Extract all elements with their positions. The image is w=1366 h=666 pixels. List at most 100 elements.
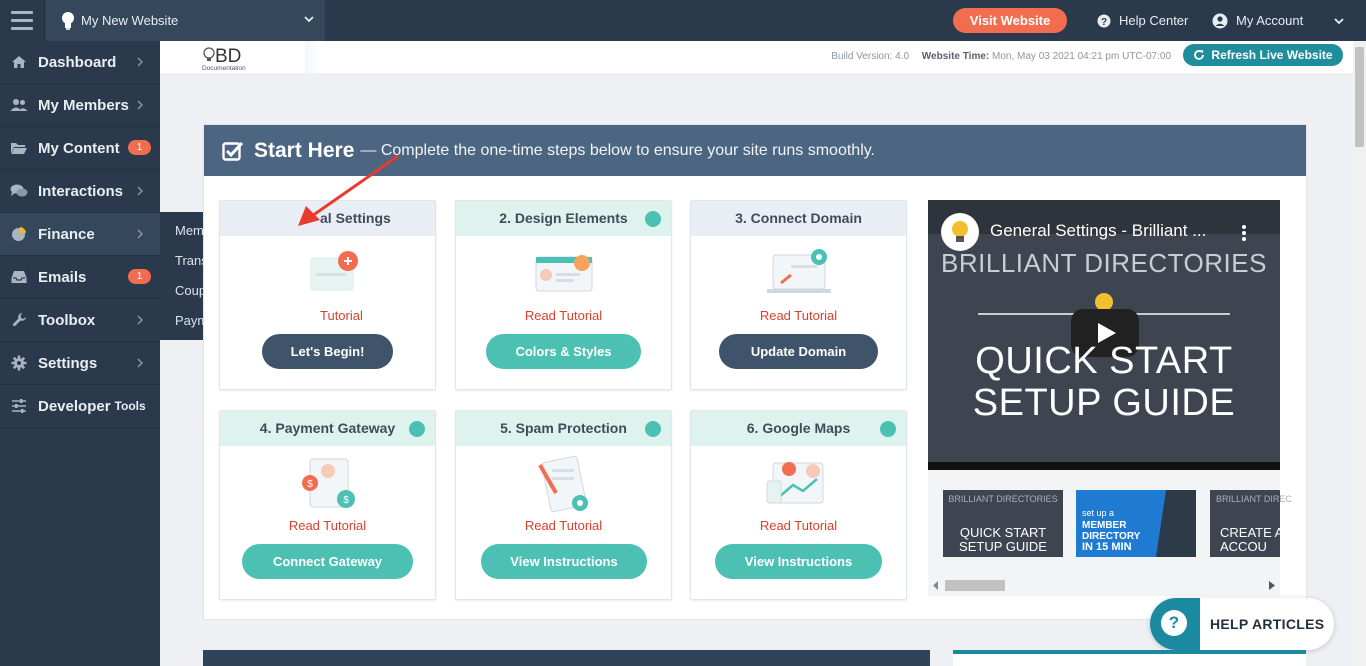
user-circle-icon	[1212, 13, 1228, 28]
thumbnail-member-directory[interactable]: set up a MEMBER DIRECTORY IN 15 MIN	[1076, 490, 1196, 557]
thumbnail-text: MEMBER DIRECTORY	[1082, 520, 1140, 542]
sidebar-item-my-content[interactable]: My Content 1	[0, 127, 160, 170]
sidebar-item-dashboard[interactable]: Dashboard	[0, 41, 160, 84]
update-domain-button[interactable]: Update Domain	[719, 334, 878, 369]
chevron-right-icon	[137, 229, 143, 239]
video-player[interactable]: General Settings - Brilliant ... BRILLIA…	[928, 200, 1280, 470]
top-bar: My New Website Visit Website ? Help Cent…	[0, 0, 1366, 41]
website-time-label: Website Time:	[921, 51, 990, 62]
step-card-google-maps: 6. Google Maps Read Tutorial View Instru…	[690, 410, 907, 600]
svg-text:$: $	[307, 479, 313, 490]
inbox-icon	[0, 270, 38, 284]
check-circle-icon	[880, 421, 896, 437]
lets-begin-button[interactable]: Let's Begin!	[262, 334, 393, 369]
refresh-label: Refresh Live Website	[1211, 48, 1333, 62]
sidebar-item-my-members[interactable]: My Members	[0, 84, 160, 127]
video-headline: QUICK START SETUP GUIDE	[928, 340, 1280, 424]
chevron-right-icon	[137, 358, 143, 368]
check-circle-icon	[645, 211, 661, 227]
checkbox-checked-icon	[222, 141, 244, 161]
menu-toggle-icon[interactable]	[0, 0, 45, 41]
help-center-link[interactable]: ? Help Center	[1097, 0, 1188, 41]
domain-illustration	[767, 249, 831, 293]
lightbulb-icon	[941, 213, 979, 251]
thumbnail-text: set up a	[1082, 508, 1115, 518]
read-tutorial-link[interactable]: Tutorial	[220, 308, 435, 323]
read-tutorial-link[interactable]: Read Tutorial	[220, 518, 435, 533]
sidebar-item-label: Toolbox	[38, 311, 96, 329]
step-title: 4. Payment Gateway	[220, 411, 435, 446]
sidebar-item-label: Dashboard	[38, 53, 117, 71]
sidebar-item-developer-tools[interactable]: Developer Tools	[0, 385, 160, 428]
refresh-icon	[1194, 50, 1205, 60]
scroll-right-icon[interactable]	[1269, 581, 1275, 590]
help-articles-button[interactable]: ? HELP ARTICLES	[1150, 598, 1334, 650]
scroll-left-icon[interactable]	[933, 581, 939, 590]
chevron-down-icon	[1334, 17, 1344, 24]
step-title: 5. Spam Protection	[456, 411, 671, 446]
sidebar-item-label: Finance	[38, 225, 95, 243]
sidebar-item-toolbox[interactable]: Toolbox	[0, 299, 160, 342]
step-card-payment-gateway: 4. Payment Gateway $ $ Read Tutorial Conn…	[219, 410, 436, 600]
view-instructions-button[interactable]: View Instructions	[481, 544, 647, 579]
thumbnail-title-line: QUICK START	[959, 525, 1047, 540]
help-circle-icon: ?	[1097, 14, 1111, 28]
users-icon	[0, 98, 38, 112]
website-selector[interactable]: My New Website	[45, 0, 325, 41]
scrollbar-thumb[interactable]	[1355, 47, 1364, 147]
sidebar-item-finance[interactable]: Finance	[0, 213, 160, 256]
read-tutorial-link[interactable]: Read Tutorial	[456, 518, 671, 533]
thumbnail-quick-start[interactable]: BRILLIANT DIRECTORIES QUICK START SETUP G…	[943, 490, 1063, 557]
refresh-live-website-button[interactable]: Refresh Live Website	[1183, 44, 1343, 66]
thumbnail-create-account[interactable]: BRILLIANT DIREC CREATE A ACCOU	[1210, 490, 1292, 557]
bd-logo[interactable]: BD Documentation	[200, 45, 305, 73]
visit-website-button[interactable]: Visit Website	[953, 8, 1067, 33]
step-card-design-elements: 2. Design Elements Read Tutorial Colors …	[455, 200, 672, 390]
gear-icon	[0, 355, 38, 371]
payment-illustration: $$	[302, 458, 355, 508]
step-title-text: 3. Connect Domain	[735, 210, 862, 226]
video-title[interactable]: General Settings - Brilliant ...	[990, 221, 1206, 241]
thumbnail-graphic	[1156, 490, 1196, 557]
chevron-right-icon	[137, 315, 143, 325]
sidebar-item-settings[interactable]: Settings	[0, 342, 160, 385]
thumbnail-text: IN 15 MIN	[1082, 541, 1132, 553]
page-scrollbar[interactable]	[1353, 41, 1366, 666]
svg-text:?: ?	[1101, 17, 1107, 28]
logo-subtitle: Documentation	[202, 65, 246, 72]
video-progress-area	[928, 462, 1280, 470]
view-instructions-button[interactable]: View Instructions	[715, 544, 882, 579]
step-title: 3. Connect Domain	[691, 201, 906, 236]
design-illustration	[535, 255, 593, 292]
more-vertical-icon[interactable]	[1241, 224, 1247, 242]
read-tutorial-link[interactable]: Read Tutorial	[456, 308, 671, 323]
thumbnail-title-line: ACCOU	[1220, 539, 1267, 554]
sliders-icon	[0, 399, 38, 413]
lower-panel-header	[203, 650, 930, 666]
my-account-label: My Account	[1236, 13, 1304, 28]
connect-gateway-button[interactable]: Connect Gateway	[242, 544, 413, 579]
lower-side-panel	[953, 650, 1306, 666]
thumbnail-title-line: SETUP GUIDE	[959, 539, 1047, 554]
thumbnail-brand: BRILLIANT DIREC	[1216, 494, 1292, 504]
sidebar-item-interactions[interactable]: Interactions	[0, 170, 160, 213]
thumbnail-scrollbar[interactable]	[928, 578, 1280, 593]
sidebar-item-emails[interactable]: Emails 1	[0, 256, 160, 299]
colors-styles-button[interactable]: Colors & Styles	[486, 334, 641, 369]
question-icon: ?	[1161, 610, 1187, 636]
lightbulb-icon	[62, 11, 74, 30]
read-tutorial-link[interactable]: Read Tutorial	[691, 308, 906, 323]
sidebar-item-label: My Content	[38, 139, 120, 157]
sidebar-item-label: Emails	[38, 268, 87, 286]
spam-illustration	[538, 455, 588, 513]
my-account-menu[interactable]: My Account	[1212, 0, 1345, 41]
thumbnail-brand: BRILLIANT DIRECTORIES	[948, 494, 1058, 504]
chevron-right-icon	[137, 100, 143, 110]
scrollbar-thumb[interactable]	[945, 580, 1005, 591]
chevron-down-icon	[304, 16, 314, 23]
folder-icon	[0, 141, 38, 155]
read-tutorial-link[interactable]: Read Tutorial	[691, 518, 906, 533]
sidebar-item-label: Developer	[38, 397, 111, 415]
notification-badge: 1	[128, 269, 151, 284]
step-title-text: 2. Design Elements	[499, 210, 628, 226]
